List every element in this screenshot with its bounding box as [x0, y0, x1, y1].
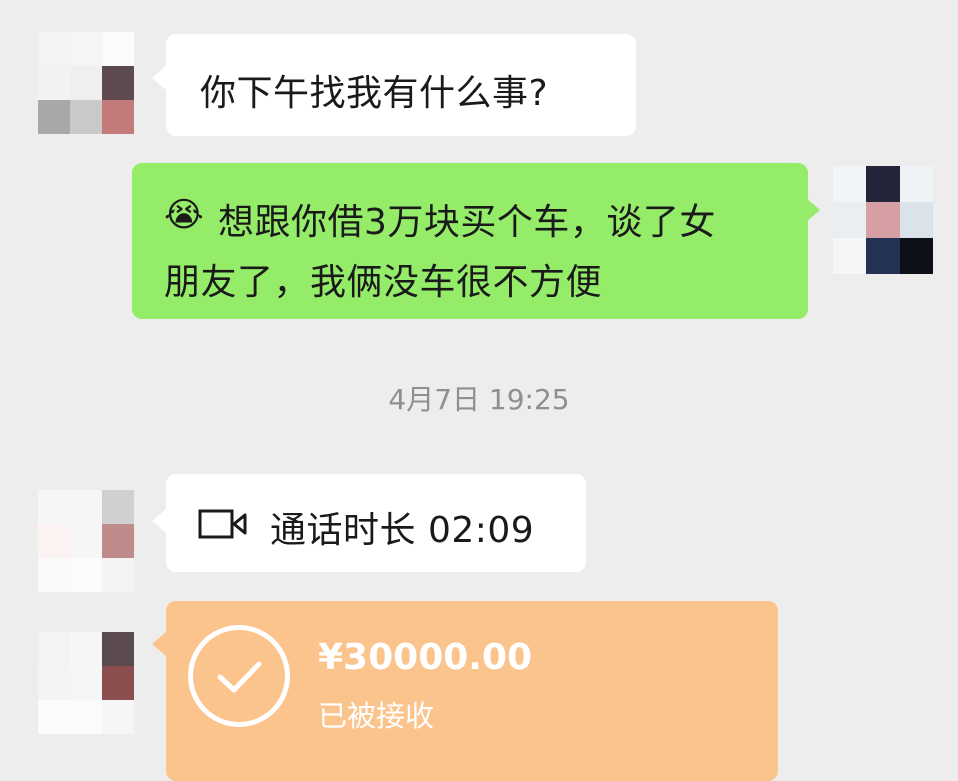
check-circle-icon [188, 625, 290, 727]
call-duration-text: 通话时长 02:09 [270, 510, 535, 551]
transfer-amount: ¥30000.00 [318, 637, 533, 678]
chat-timestamp: 4月7日 19:25 [388, 383, 570, 416]
transfer-card[interactable]: ¥30000.00 已被接收 [166, 601, 778, 781]
message-text-line1: 想跟你借3万块买个车，谈了女 [218, 202, 716, 243]
bubble-tail [152, 66, 166, 90]
contact-avatar[interactable] [38, 632, 134, 734]
bubble-tail [152, 509, 166, 533]
my-avatar[interactable] [833, 166, 933, 274]
transfer-status: 已被接收 [318, 699, 435, 733]
message-bubble-me[interactable]: 😭 想跟你借3万块买个车，谈了女 朋友了，我俩没车很不方便 [132, 163, 808, 319]
video-camera-icon [198, 509, 247, 539]
message-text-line2: 朋友了，我俩没车很不方便 [164, 262, 603, 303]
contact-avatar[interactable] [38, 32, 134, 134]
call-record-bubble[interactable]: 通话时长 02:09 [166, 474, 586, 572]
bubble-tail [152, 632, 166, 656]
bubble-tail [806, 198, 820, 222]
emoji-crying-icon: 😭 [164, 195, 205, 235]
message-bubble-contact[interactable]: 你下午找我有什么事? [166, 34, 636, 136]
contact-avatar[interactable] [38, 490, 134, 592]
message-text: 你下午找我有什么事? [200, 73, 549, 114]
